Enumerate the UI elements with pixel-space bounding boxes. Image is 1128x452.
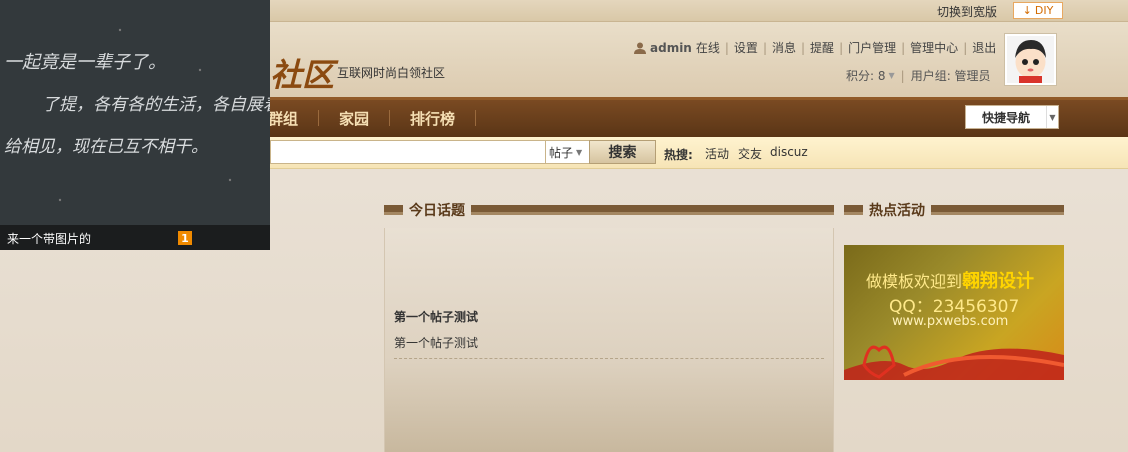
caption-text[interactable]: 来一个带图片的 bbox=[7, 230, 91, 247]
user-meta: 积分: 8 ▼ | 用户组: 管理员 bbox=[846, 67, 991, 84]
hot-word-link[interactable]: 活动 bbox=[705, 145, 729, 162]
handwriting-photo: 一起竟是一辈子了。 了提，各有各的生活，各自展着别再 给相见，现在已互不相干。 bbox=[0, 0, 270, 250]
search-type-select[interactable]: 帖子 ▼ bbox=[545, 140, 590, 164]
hot-events-header: 热点活动 bbox=[844, 202, 1064, 219]
ad-brand: 翱翔设计 bbox=[962, 271, 1035, 292]
messages-link[interactable]: 消息 bbox=[772, 39, 796, 56]
points-link[interactable]: 积分: 8 bbox=[846, 67, 886, 84]
quick-nav-button[interactable]: 快捷导航 ▼ bbox=[965, 105, 1059, 129]
admin-center-link[interactable]: 管理中心 bbox=[910, 39, 958, 56]
hot-word-link[interactable]: 交友 bbox=[738, 145, 762, 162]
handwriting-line-2: 了提，各有各的生活，各自展着别再 bbox=[42, 95, 270, 115]
nav-divider bbox=[318, 110, 319, 126]
site-slogan: 互联网时尚白领社区 bbox=[337, 66, 446, 80]
search-input[interactable] bbox=[270, 140, 545, 164]
header-bar bbox=[844, 205, 863, 215]
nav-item-ranking[interactable]: 排行榜 bbox=[410, 108, 455, 129]
divider: | bbox=[724, 40, 729, 55]
nav-item-home[interactable]: 家园 bbox=[339, 108, 369, 129]
caret-down-icon[interactable]: ▼ bbox=[889, 71, 895, 80]
divider: | bbox=[963, 40, 968, 55]
nav-divider bbox=[389, 110, 390, 126]
header-bar bbox=[384, 205, 403, 215]
divider: | bbox=[901, 40, 906, 55]
divider: | bbox=[839, 40, 844, 55]
caret-down-icon: ▼ bbox=[1046, 106, 1058, 128]
divider: | bbox=[801, 40, 806, 55]
search-type-value: 帖子 bbox=[549, 145, 574, 160]
hot-events-title: 热点活动 bbox=[869, 203, 925, 219]
switch-wide-link[interactable]: 切换到宽版 bbox=[937, 3, 997, 20]
header-bar bbox=[471, 205, 834, 215]
ad-banner[interactable]: 做模板欢迎到翱翔设计 QQ：23456307 www.pxwebs.com bbox=[844, 245, 1064, 380]
slideshow-caption: 来一个带图片的 1 bbox=[0, 225, 270, 250]
nav-item-groups[interactable]: 群组 bbox=[268, 108, 298, 129]
avatar[interactable] bbox=[1004, 33, 1057, 86]
user-icon bbox=[634, 42, 646, 54]
handwriting-line-3: 给相见，现在已互不相干。 bbox=[4, 137, 208, 157]
ad-line-1-prefix: 做模板欢迎到 bbox=[866, 272, 963, 291]
divider: | bbox=[900, 68, 905, 83]
avatar-image bbox=[1007, 36, 1054, 83]
hot-search-label: 热搜: bbox=[664, 148, 693, 162]
handwriting-line-1: 一起竟是一辈子了。 bbox=[4, 52, 166, 73]
logout-link[interactable]: 退出 bbox=[972, 39, 996, 56]
header-bar bbox=[931, 205, 1064, 215]
settings-link[interactable]: 设置 bbox=[734, 39, 758, 56]
nav-divider bbox=[475, 110, 476, 126]
ad-line-1: 做模板欢迎到翱翔设计 bbox=[866, 267, 1034, 293]
portal-admin-link[interactable]: 门户管理 bbox=[848, 39, 896, 56]
post-divider bbox=[394, 358, 824, 359]
quick-nav-label: 快捷导航 bbox=[981, 110, 1030, 125]
today-topics-title: 今日话题 bbox=[409, 203, 465, 219]
diy-button[interactable]: ↓ DIY bbox=[1013, 2, 1063, 19]
search-button[interactable]: 搜索 bbox=[589, 140, 656, 164]
user-menu: admin 在线 | 设置 | 消息 | 提醒 | 门户管理 | 管理中心 | … bbox=[634, 39, 996, 56]
user-group[interactable]: 用户组: 管理员 bbox=[911, 67, 991, 84]
diy-label: DIY bbox=[1034, 4, 1054, 17]
caret-down-icon: ▼ bbox=[576, 147, 583, 157]
divider: | bbox=[762, 40, 767, 55]
today-topics-header: 今日话题 bbox=[384, 202, 834, 219]
slide-index-badge[interactable]: 1 bbox=[178, 231, 192, 245]
site-logo[interactable]: 社区 bbox=[270, 50, 334, 96]
ribbon-heart-graphic bbox=[844, 345, 1064, 380]
online-status: 在线 bbox=[695, 41, 720, 55]
hot-word-link[interactable]: discuz bbox=[770, 145, 808, 159]
image-slideshow[interactable]: 一起竟是一辈子了。 了提，各有各的生活，各自展着别再 给相见，现在已互不相干。 … bbox=[0, 0, 270, 250]
username-link[interactable]: admin bbox=[650, 41, 692, 55]
post-title-link[interactable]: 第一个帖子测试 bbox=[394, 308, 478, 325]
arrow-down-icon: ↓ bbox=[1022, 4, 1032, 17]
notifications-link[interactable]: 提醒 bbox=[810, 39, 834, 56]
post-summary: 第一个帖子测试 bbox=[394, 336, 479, 350]
